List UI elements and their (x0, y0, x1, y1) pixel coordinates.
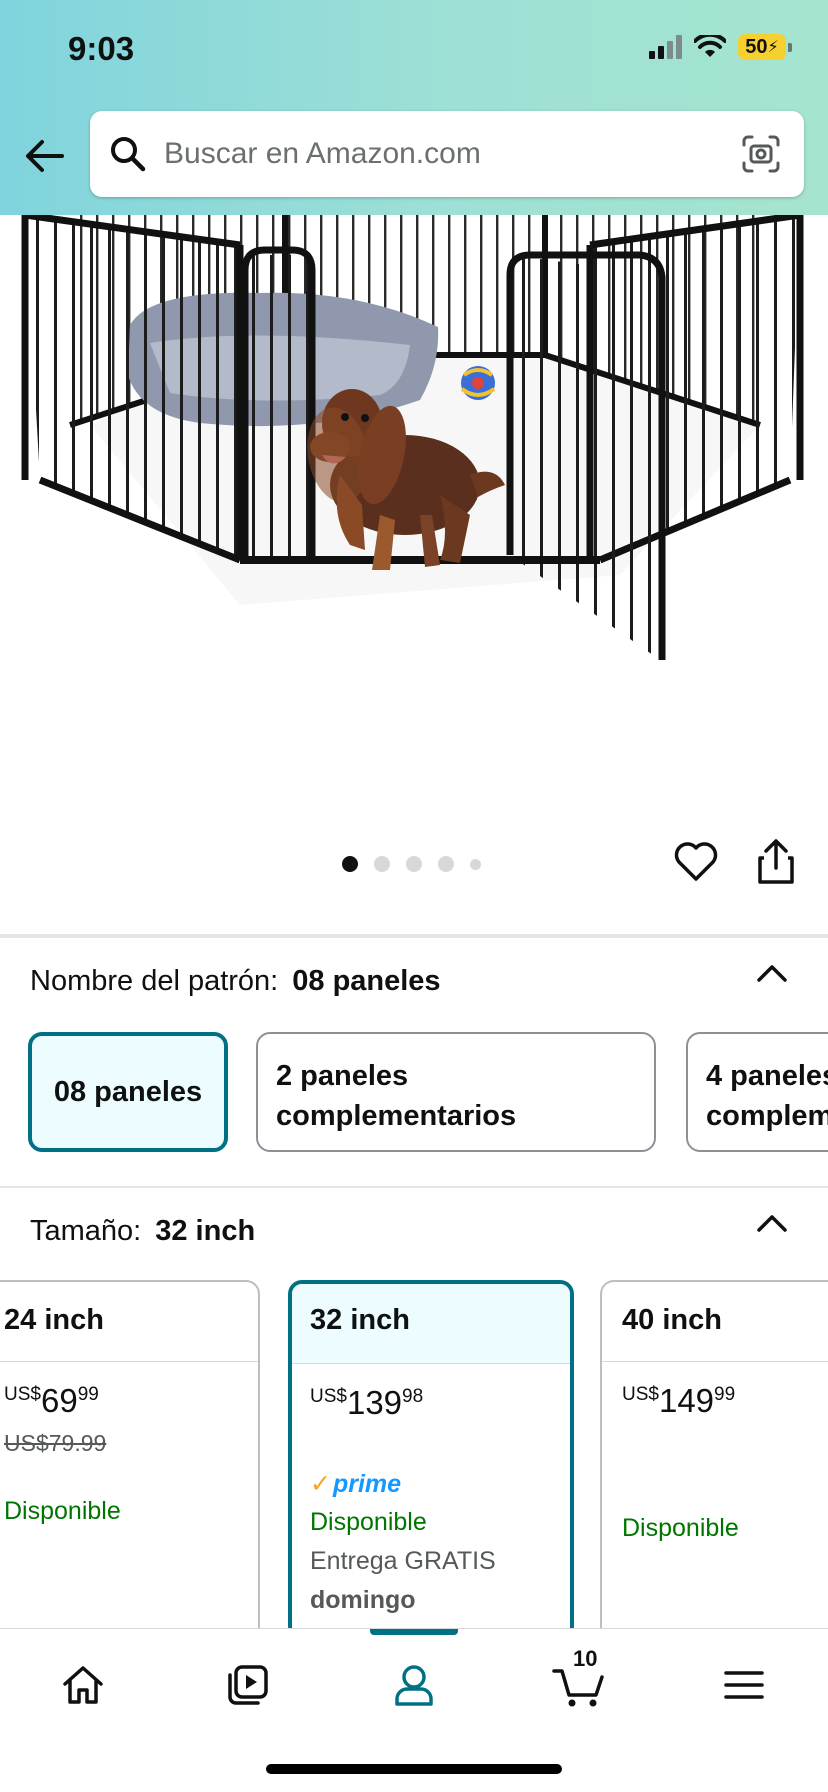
amazon-product-page: 9:03 50 ⚡ Buscar en Amazon.com Nombre de… (0, 0, 828, 1792)
pattern-option-label: 2 paneles (276, 1060, 409, 1092)
carousel-dot[interactable] (470, 858, 481, 870)
home-icon (63, 1666, 103, 1704)
price: US$ 139 98 (310, 1384, 552, 1422)
pattern-option-sublabel: complementarios (276, 1100, 517, 1132)
search-bar[interactable] (90, 111, 804, 197)
pattern-option-sublabel: complem (706, 1100, 828, 1132)
size-option-40-inch[interactable]: 40 inch US$ 149 99 Disponible (600, 1280, 828, 1640)
battery-icon: 50 ⚡ (738, 34, 792, 60)
pattern-option-label: 4 paneles (706, 1060, 828, 1092)
pattern-option-label: 08 paneles (53, 1076, 203, 1108)
pattern-option-2-paneles[interactable]: 2 paneles complementarios (256, 1032, 656, 1152)
status-icons: 50 ⚡ (649, 34, 792, 60)
search-input[interactable] (164, 137, 740, 171)
size-selected-value: 32 inch (155, 1215, 256, 1247)
delivery-day: domingo (310, 1586, 416, 1614)
price-whole: 139 (346, 1384, 403, 1421)
availability: Disponible (622, 1514, 739, 1542)
nav-menu[interactable] (714, 1655, 774, 1715)
nav-home[interactable] (53, 1655, 113, 1715)
availability: Disponible (4, 1497, 121, 1525)
back-arrow-icon[interactable] (22, 134, 66, 178)
home-indicator[interactable] (266, 1764, 562, 1774)
share-icon[interactable] (756, 838, 796, 886)
size-label-text: Tamaño: (30, 1215, 142, 1247)
prime-badge: ✓ prime (310, 1468, 552, 1500)
battery-level: 50 (745, 35, 768, 58)
pattern-label: Nombre del patrón: 08 paneles (30, 965, 441, 998)
heart-icon[interactable] (674, 840, 718, 884)
camera-scan-icon[interactable] (740, 133, 782, 175)
video-icon (228, 1665, 268, 1705)
price-fraction: 99 (714, 1384, 736, 1405)
availability: Disponible (310, 1508, 427, 1536)
prime-label: prime (332, 1469, 402, 1498)
size-label: Tamaño: 32 inch (30, 1215, 255, 1248)
wifi-icon (694, 35, 726, 57)
size-option-name: 40 inch (602, 1282, 828, 1362)
size-option-32-inch[interactable]: 32 inch US$ 139 98 ✓ prime Disponible Entre… (288, 1280, 574, 1640)
price-whole: 149 (658, 1382, 715, 1419)
price: US$ 149 99 (622, 1382, 828, 1420)
carousel-dot[interactable] (374, 856, 390, 872)
chevron-up-icon[interactable] (756, 963, 788, 983)
pattern-option-4-paneles[interactable]: 4 paneles complem (686, 1032, 828, 1152)
price-whole: 69 (40, 1382, 78, 1419)
pattern-option-08-paneles[interactable]: 08 paneles (28, 1032, 228, 1152)
size-option-name: 32 inch (292, 1284, 570, 1364)
price-currency: US$ (622, 1384, 659, 1405)
cellular-signal-icon (649, 35, 682, 59)
delivery-text: Entrega GRATIS (310, 1547, 496, 1575)
size-option-name: 24 inch (0, 1282, 258, 1362)
section-divider (0, 934, 828, 938)
price-fraction: 99 (77, 1384, 99, 1405)
size-option-24-inch[interactable]: 24 inch US$ 69 99 US$79.99 Disponible (0, 1280, 260, 1640)
pattern-selected-value: 08 paneles (292, 965, 441, 997)
price-currency: US$ (4, 1384, 41, 1405)
carousel-dot[interactable] (342, 856, 358, 872)
account-icon (395, 1665, 433, 1706)
status-time: 9:03 (68, 30, 135, 67)
search-icon (111, 137, 146, 172)
list-price: US$79.99 (4, 1430, 107, 1456)
active-tab-indicator (370, 1629, 458, 1635)
chevron-up-icon[interactable] (756, 1213, 788, 1233)
image-carousel-indicator[interactable] (342, 856, 481, 872)
section-divider (0, 1186, 828, 1188)
price-fraction: 98 (402, 1386, 424, 1407)
prime-check-icon: ✓ (310, 1470, 331, 1498)
carousel-dot[interactable] (438, 856, 454, 872)
carousel-dot[interactable] (406, 856, 422, 872)
menu-icon (724, 1671, 764, 1699)
product-image[interactable] (0, 215, 828, 805)
cart-count-badge: 10 (573, 1646, 598, 1671)
price: US$ 69 99 (4, 1382, 238, 1420)
price-currency: US$ (310, 1386, 347, 1407)
nav-video[interactable] (218, 1655, 278, 1715)
nav-account[interactable] (384, 1655, 444, 1715)
header: 9:03 50 ⚡ (0, 0, 828, 215)
pattern-label-text: Nombre del patrón: (30, 965, 279, 997)
